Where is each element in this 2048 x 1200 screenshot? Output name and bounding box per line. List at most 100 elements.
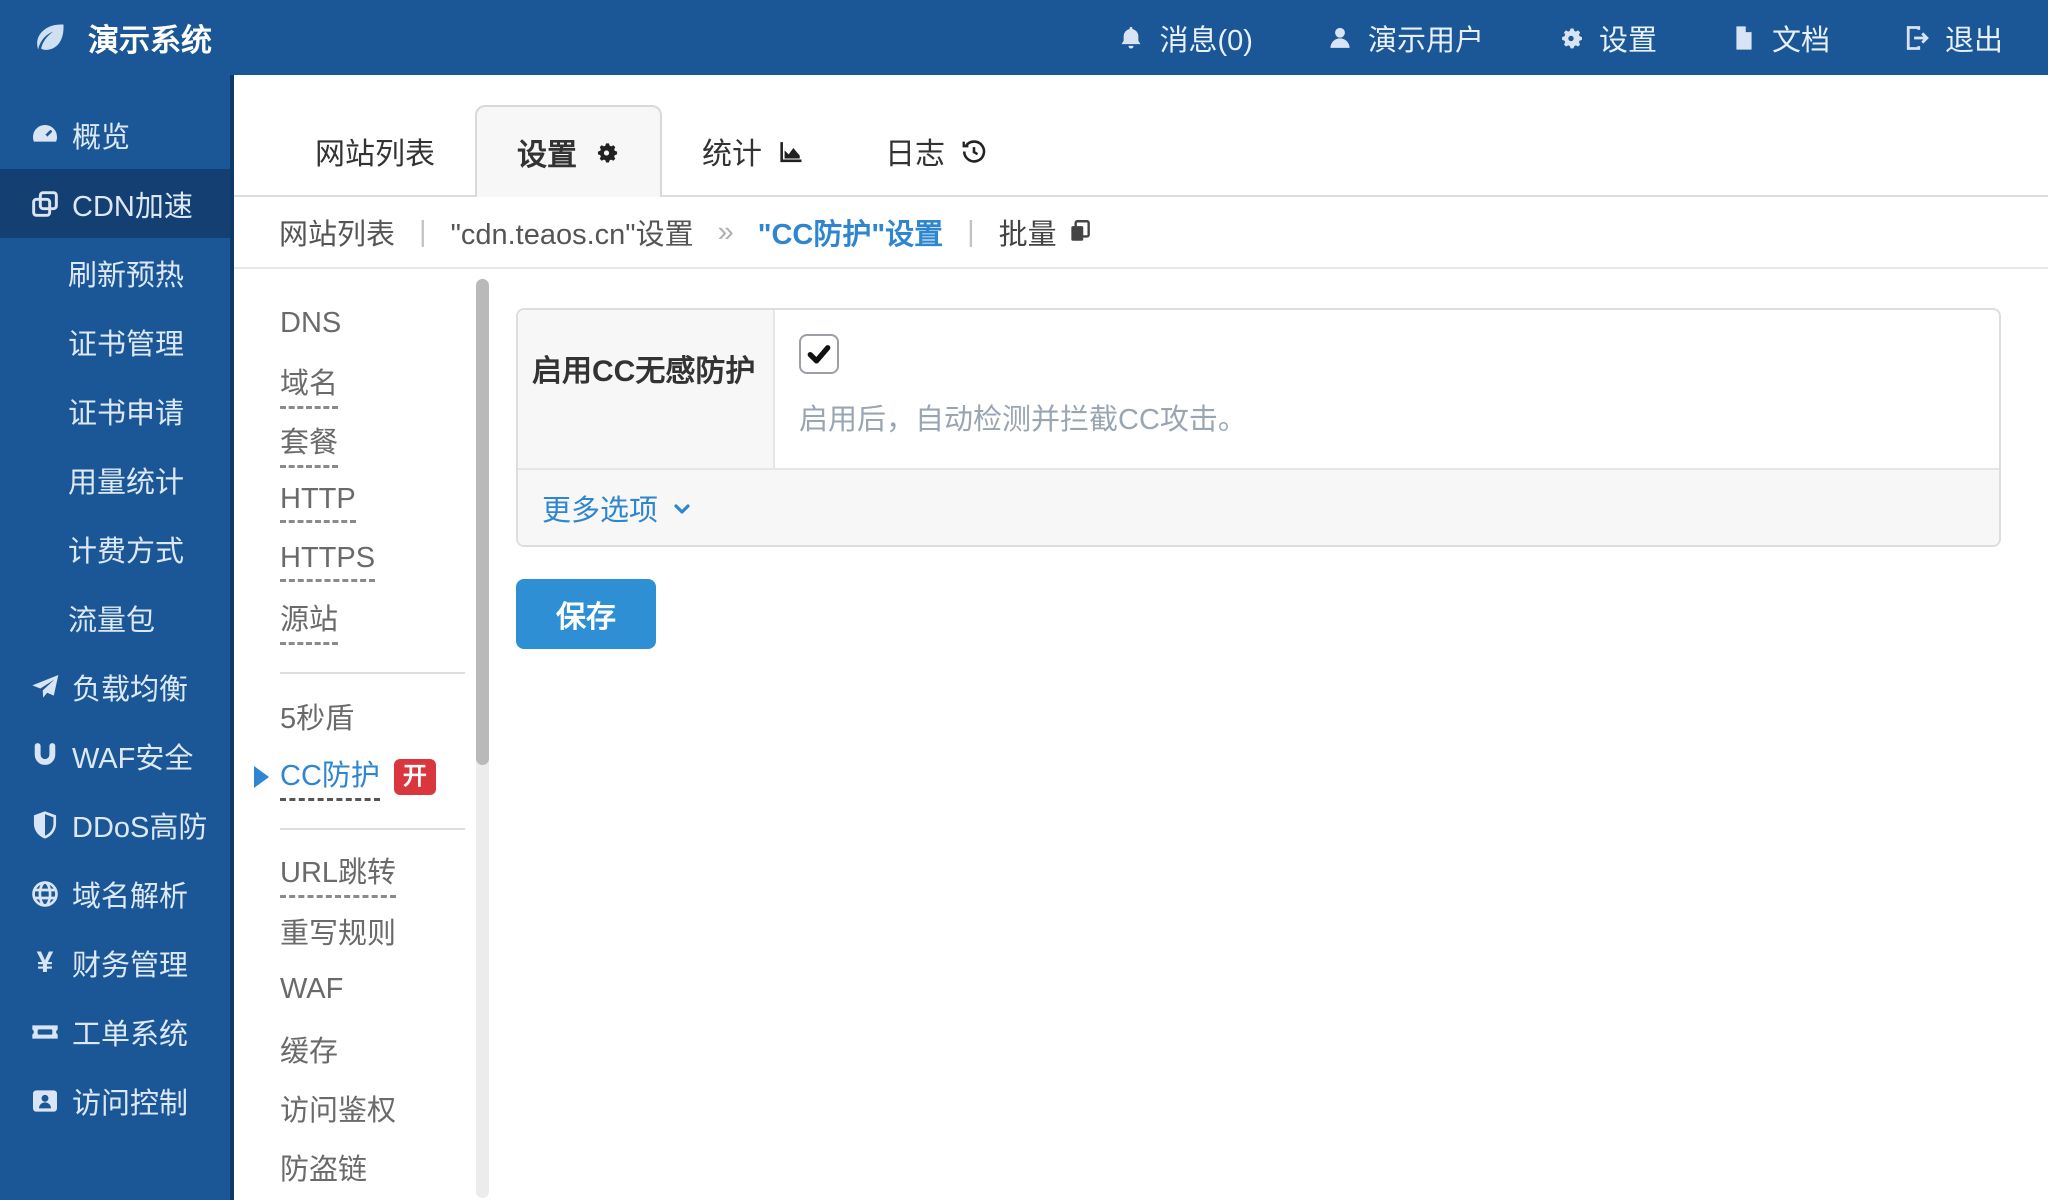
breadcrumb-chevron: » [718,216,734,249]
settings-nav-5s-shield[interactable]: 5秒盾 [280,688,489,747]
copy-icon [1067,218,1095,246]
sidebar-item-overview[interactable]: 概览 [0,100,230,169]
sidebar-item-label: 证书申请 [68,390,184,432]
docs-label: 文档 [1772,17,1830,59]
tab-settings[interactable]: 设置 [475,105,662,197]
tab-bar: 网站列表 设置 统计 日志 [234,75,2048,197]
sidebar-item-label: WAF安全 [72,735,193,777]
field-hint: 启用后，自动检测并拦截CC攻击。 [799,396,1999,438]
sidebar-item-label: 概览 [72,114,130,156]
settings-nav-cc-protection[interactable]: CC防护 开 [280,747,489,806]
sidebar-item-dns-resolve[interactable]: 域名解析 [0,859,230,928]
settings-nav-rewrite-rules[interactable]: 重写规则 [280,903,489,962]
settings-main: DNS 域名 套餐 HTTP HTTPS 源站 5秒盾 CC防护 [234,269,2048,1198]
sidebar-item-access-control[interactable]: 访问控制 [0,1066,230,1135]
sidebar-item-refresh-preheat[interactable]: 刷新预热 [0,238,230,307]
sidebar-item-label: DDoS高防 [72,804,207,846]
breadcrumb-separator: | [419,216,427,249]
app-logo[interactable]: 演示系统 [30,15,212,60]
sidebar-item-label: 刷新预热 [68,252,184,294]
save-button[interactable]: 保存 [516,579,656,649]
field-label: 启用CC无感防护 [518,310,775,468]
nav-label: 防盗链 [280,1146,367,1192]
sidebar-item-label: 负载均衡 [72,666,188,708]
sidebar-item-traffic-pack[interactable]: 流量包 [0,583,230,652]
sidebar-item-cdn[interactable]: CDN加速 [0,169,230,238]
settings-nav-cache[interactable]: 缓存 [280,1021,489,1080]
breadcrumb-site-list[interactable]: 网站列表 [279,211,395,253]
nav-label: 套餐 [280,419,338,468]
sidebar-item-label: 访问控制 [72,1080,188,1122]
nav-divider [280,828,465,830]
settings-nav-dns[interactable]: DNS [280,296,489,355]
status-badge-on: 开 [394,759,436,795]
batch-button[interactable]: 批量 [999,211,1095,253]
paper-plane-icon [28,670,62,704]
settings-nav-plan[interactable]: 套餐 [280,414,489,473]
sidebar-item-label: CDN加速 [72,183,193,225]
user-menu-button[interactable]: 演示用户 [1325,17,1484,59]
chevron-down-icon [670,497,696,523]
sidebar-item-billing-mode[interactable]: 计费方式 [0,514,230,583]
tab-label: 统计 [702,129,762,173]
nav-label: 访问鉴权 [280,1087,396,1133]
nav-label: 源站 [280,596,338,645]
more-options-label: 更多选项 [542,487,658,529]
nav-label: HTTP [280,483,356,523]
tab-site-list[interactable]: 网站列表 [275,105,475,197]
sidebar-item-finance[interactable]: ¥ 财务管理 [0,928,230,997]
nav-divider [280,672,465,674]
nav-label: DNS [280,307,341,344]
sidebar-item-cert-manage[interactable]: 证书管理 [0,307,230,376]
shield-icon [28,808,62,842]
address-card-icon [28,1084,62,1118]
sidebar-item-waf[interactable]: WAF安全 [0,721,230,790]
nav-label: 缓存 [280,1028,338,1074]
gear-icon [1556,23,1586,53]
bell-icon [1116,23,1146,53]
sidebar-item-label: 流量包 [68,597,155,639]
settings-nav-waf[interactable]: WAF [280,962,489,1021]
settings-nav-origin[interactable]: 源站 [280,591,489,650]
topbar: 演示系统 消息(0) 演示用户 设置 文档 [0,0,2048,75]
sidebar-item-label: 域名解析 [72,873,188,915]
settings-nav-url-redirect[interactable]: URL跳转 [280,844,489,903]
sidebar-item-tickets[interactable]: 工单系统 [0,997,230,1066]
logout-button[interactable]: 退出 [1902,17,2003,59]
settings-nav-hotlink-protection[interactable]: 防盗链 [280,1139,489,1198]
chart-area-icon [777,137,805,165]
settings-nav-access-auth[interactable]: 访问鉴权 [280,1080,489,1139]
breadcrumb: 网站列表 | "cdn.teaos.cn"设置 » "CC防护"设置 | 批量 [234,197,2048,269]
sidebar-item-ddos[interactable]: DDoS高防 [0,790,230,859]
gear-icon [592,138,620,166]
nav-label: CC防护 [280,752,380,801]
scrollbar-thumb[interactable] [476,279,489,765]
user-icon [1325,23,1355,53]
docs-button[interactable]: 文档 [1729,17,1830,59]
messages-button[interactable]: 消息(0) [1116,17,1252,59]
settings-button[interactable]: 设置 [1556,17,1657,59]
topbar-menu: 消息(0) 演示用户 设置 文档 退出 [1116,17,2003,59]
settings-label: 设置 [1599,17,1657,59]
ticket-icon [28,1015,62,1049]
more-options-toggle[interactable]: 更多选项 [518,468,1999,545]
settings-nav-http[interactable]: HTTP [280,473,489,532]
sidebar-item-label: 计费方式 [68,528,184,570]
sidebar-item-load-balancer[interactable]: 负载均衡 [0,652,230,721]
tab-label: 网站列表 [315,129,435,173]
breadcrumb-site-settings[interactable]: "cdn.teaos.cn"设置 [451,211,694,253]
sidebar-item-usage-stats[interactable]: 用量统计 [0,445,230,514]
user-label: 演示用户 [1368,17,1484,59]
nav-label: 域名 [280,360,338,409]
sidebar-item-label: 工单系统 [72,1011,188,1053]
scrollbar-track[interactable] [476,279,489,1198]
tab-statistics[interactable]: 统计 [662,105,845,197]
field-control: 启用后，自动检测并拦截CC攻击。 [775,310,1999,468]
sidebar-item-cert-apply[interactable]: 证书申请 [0,376,230,445]
breadcrumb-separator: | [967,216,975,249]
settings-nav-https[interactable]: HTTPS [280,532,489,591]
settings-nav-domain[interactable]: 域名 [280,355,489,414]
breadcrumb-current[interactable]: "CC防护"设置 [758,211,943,253]
tab-logs[interactable]: 日志 [845,105,1028,197]
enable-cc-checkbox[interactable] [799,334,839,374]
